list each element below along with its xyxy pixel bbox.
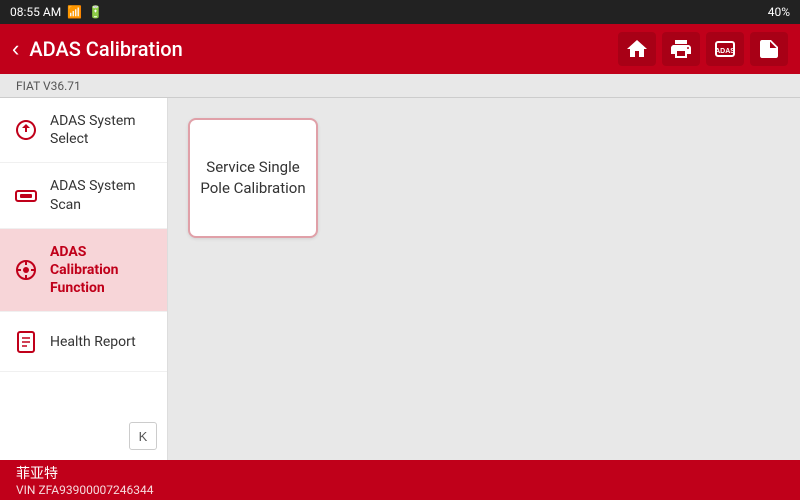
sidebar-label-health-report: Health Report <box>50 333 136 351</box>
main-layout: ADAS System Select ADAS System Scan ADAS… <box>0 98 800 460</box>
svg-text:ADAS: ADAS <box>715 48 735 55</box>
sidebar-label-adas-calibration-function: ADAS Calibration Function <box>50 243 155 298</box>
collapse-button[interactable]: K <box>129 422 157 450</box>
header-left: ‹ ADAS Calibration <box>12 37 183 61</box>
sidebar-item-health-report[interactable]: Health Report <box>0 312 167 372</box>
adas-select-icon <box>12 116 40 144</box>
sidebar-label-adas-system-scan: ADAS System Scan <box>50 177 155 213</box>
health-report-icon <box>12 328 40 356</box>
wifi-icon: 📶 <box>67 5 82 19</box>
status-left: 08:55 AM 📶 🔋 <box>10 5 103 19</box>
header: ‹ ADAS Calibration ADAS <box>0 24 800 74</box>
sidebar: ADAS System Select ADAS System Scan ADAS… <box>0 98 168 460</box>
adas-scan-icon <box>12 182 40 210</box>
sidebar-item-adas-system-scan[interactable]: ADAS System Scan <box>0 163 167 228</box>
version-label: FIAT V36.71 <box>16 79 81 93</box>
battery-text: 40% <box>768 5 790 19</box>
sidebar-item-adas-system-select[interactable]: ADAS System Select <box>0 98 167 163</box>
sidebar-bottom: K <box>0 372 167 460</box>
sidebar-label-adas-system-select: ADAS System Select <box>50 112 155 148</box>
header-icons: ADAS <box>618 32 788 66</box>
subtitle-bar: FIAT V36.71 <box>0 74 800 98</box>
footer-sub-text: VIN ZFA93900007246344 <box>16 483 154 497</box>
calibration-card-service-single-pole[interactable]: Service Single Pole Calibration <box>188 118 318 238</box>
home-button[interactable] <box>618 32 656 66</box>
sidebar-item-adas-calibration-function[interactable]: ADAS Calibration Function <box>0 229 167 313</box>
content-area: Service Single Pole Calibration <box>168 98 800 460</box>
header-title: ADAS Calibration <box>29 37 182 61</box>
signal-icon: 🔋 <box>88 5 103 19</box>
time-display: 08:55 AM <box>10 5 61 19</box>
footer-main-text: 菲亚特 <box>16 463 154 483</box>
print-button[interactable] <box>662 32 700 66</box>
status-right: 40% <box>768 5 790 19</box>
export-button[interactable] <box>750 32 788 66</box>
calibration-card-label: Service Single Pole Calibration <box>200 157 306 199</box>
back-button[interactable]: ‹ <box>12 38 19 60</box>
footer: 菲亚特 VIN ZFA93900007246344 <box>0 460 800 500</box>
adas-button[interactable]: ADAS <box>706 32 744 66</box>
adas-calibration-icon <box>12 256 40 284</box>
status-bar: 08:55 AM 📶 🔋 40% <box>0 0 800 24</box>
